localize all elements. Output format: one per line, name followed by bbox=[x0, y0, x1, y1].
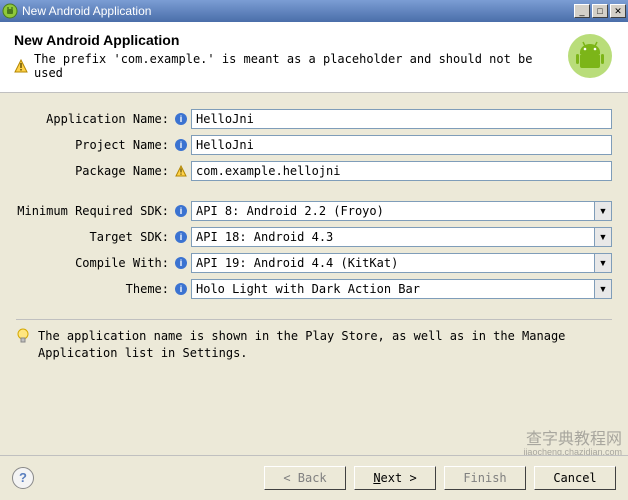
application-name-label: Application Name: bbox=[16, 112, 171, 126]
info-icon[interactable]: i bbox=[175, 231, 187, 243]
maximize-button[interactable]: □ bbox=[592, 4, 608, 18]
finish-button[interactable]: Finish bbox=[444, 466, 526, 490]
back-button[interactable]: < Back bbox=[264, 466, 346, 490]
project-name-field[interactable] bbox=[191, 135, 612, 155]
chevron-down-icon[interactable]: ▼ bbox=[594, 253, 612, 273]
compile-with-combo[interactable]: API 19: Android 4.4 (KitKat) ▼ bbox=[191, 253, 612, 273]
window-title: New Android Application bbox=[22, 4, 572, 18]
compile-with-value: API 19: Android 4.4 (KitKat) bbox=[191, 253, 594, 273]
theme-combo[interactable]: Holo Light with Dark Action Bar ▼ bbox=[191, 279, 612, 299]
android-wizard-icon bbox=[2, 3, 18, 19]
target-sdk-label: Target SDK: bbox=[16, 230, 171, 244]
description-text: The application name is shown in the Pla… bbox=[38, 328, 612, 362]
chevron-down-icon[interactable]: ▼ bbox=[594, 279, 612, 299]
min-sdk-label: Minimum Required SDK: bbox=[16, 204, 171, 218]
warning-text: The prefix 'com.example.' is meant as a … bbox=[34, 52, 556, 80]
theme-value: Holo Light with Dark Action Bar bbox=[191, 279, 594, 299]
next-button[interactable]: Next > bbox=[354, 466, 436, 490]
android-logo-icon bbox=[566, 32, 614, 80]
min-sdk-combo[interactable]: API 8: Android 2.2 (Froyo) ▼ bbox=[191, 201, 612, 221]
form-area: Application Name: i Project Name: i Pack… bbox=[0, 93, 628, 313]
help-button[interactable]: ? bbox=[12, 467, 34, 489]
warning-icon bbox=[14, 59, 28, 73]
chevron-down-icon[interactable]: ▼ bbox=[594, 201, 612, 221]
project-name-label: Project Name: bbox=[16, 138, 171, 152]
wizard-button-bar: ? < Back Next > Finish Cancel bbox=[0, 455, 628, 500]
info-icon[interactable]: i bbox=[175, 139, 187, 151]
info-icon[interactable]: i bbox=[175, 257, 187, 269]
watermark: 查字典教程网 jiaocheng.chazidian.com bbox=[523, 431, 622, 458]
watermark-main: 查字典教程网 bbox=[523, 431, 622, 449]
page-title: New Android Application bbox=[14, 32, 556, 48]
min-sdk-value: API 8: Android 2.2 (Froyo) bbox=[191, 201, 594, 221]
title-bar: New Android Application _ □ ✕ bbox=[0, 0, 628, 22]
info-icon[interactable]: i bbox=[175, 283, 187, 295]
warning-icon[interactable] bbox=[175, 165, 187, 177]
close-button[interactable]: ✕ bbox=[610, 4, 626, 18]
info-icon[interactable]: i bbox=[175, 205, 187, 217]
info-icon[interactable]: i bbox=[175, 113, 187, 125]
package-name-field[interactable] bbox=[191, 161, 612, 181]
lightbulb-icon bbox=[16, 328, 30, 346]
target-sdk-combo[interactable]: API 18: Android 4.3 ▼ bbox=[191, 227, 612, 247]
theme-label: Theme: bbox=[16, 282, 171, 296]
chevron-down-icon[interactable]: ▼ bbox=[594, 227, 612, 247]
package-name-label: Package Name: bbox=[16, 164, 171, 178]
target-sdk-value: API 18: Android 4.3 bbox=[191, 227, 594, 247]
minimize-button[interactable]: _ bbox=[574, 4, 590, 18]
application-name-field[interactable] bbox=[191, 109, 612, 129]
description-area: The application name is shown in the Pla… bbox=[16, 319, 612, 362]
wizard-banner: New Android Application The prefix 'com.… bbox=[0, 22, 628, 93]
cancel-button[interactable]: Cancel bbox=[534, 466, 616, 490]
compile-with-label: Compile With: bbox=[16, 256, 171, 270]
